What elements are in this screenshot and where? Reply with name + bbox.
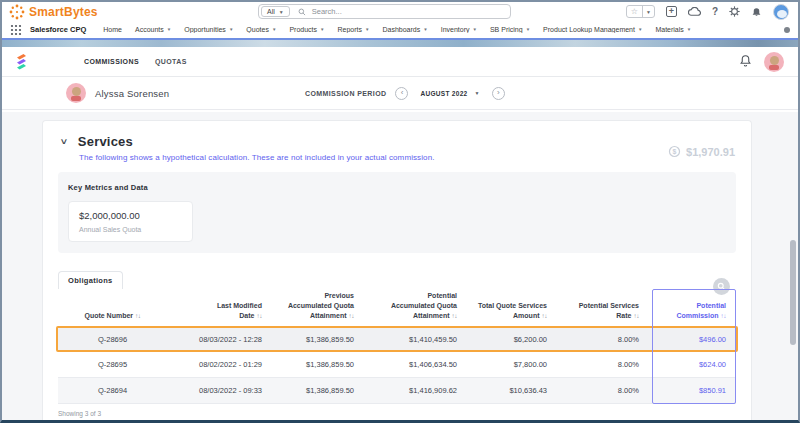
sort-icons: ↑↓ (135, 312, 141, 319)
services-card: ∨ Services $ $1,970.91 The following sho… (42, 120, 752, 420)
guidance-icon[interactable] (688, 7, 701, 17)
table-header-row: Quote Number↑↓ Last ModifiedDate↑↓ Previ… (58, 289, 736, 326)
global-search[interactable]: All▼ Search... (258, 4, 511, 19)
nav-tab-materials[interactable]: Materials▼ (655, 26, 691, 33)
help-icon[interactable]: ? (712, 6, 718, 17)
table-footer: Showing 3 of 3 (58, 410, 736, 417)
favorites-button[interactable]: ☆ ▼ (626, 5, 655, 18)
services-note: The following shows a hypothetical calcu… (79, 153, 733, 162)
col-last-modified-date[interactable]: Last ModifiedDate↑↓ (167, 301, 272, 326)
quick-create-icon[interactable]: + (666, 6, 677, 17)
chevron-down-icon: ▼ (423, 27, 427, 32)
table-row[interactable]: Q-28695 08/02/2022 - 01:29 $1,386,859.50… (58, 352, 736, 378)
browser-window: SmartBytes All▼ Search... ☆ ▼ + ? (0, 0, 800, 423)
col-potential-commission[interactable]: PotentialCommission↑↓ (649, 301, 738, 326)
search-placeholder: Search... (312, 7, 342, 16)
chevron-down-icon: ▼ (320, 27, 324, 32)
chevron-down-icon: ▼ (272, 27, 276, 32)
nav-tab-product-lookup-management[interactable]: Product Lookup Management▼ (543, 26, 642, 33)
chevron-down-icon[interactable]: ▼ (643, 9, 654, 15)
svg-text:$: $ (673, 148, 677, 156)
chevron-down-icon: ▼ (687, 27, 691, 32)
sort-icons: ↑↓ (349, 312, 355, 319)
chevron-down-icon: ▼ (526, 27, 530, 32)
notifications-bell-icon[interactable] (751, 6, 762, 17)
collapse-chevron-icon[interactable]: ∨ (60, 137, 69, 146)
table-row[interactable]: Q-28694 08/03/2022 - 09:33 $1,386,859.50… (58, 378, 736, 404)
key-metrics-title: Key Metrics and Data (68, 183, 726, 192)
tab-obligations[interactable]: Obligations (58, 271, 123, 289)
nav-tab-dashboards[interactable]: Dashboards▼ (382, 26, 427, 33)
brand-name: SmartBytes (29, 5, 98, 19)
smartbytes-logo-icon (8, 3, 26, 21)
metric-label: Annual Sales Quota (79, 226, 182, 233)
nav-tab-reports[interactable]: Reports▼ (337, 26, 369, 33)
page-background: ∨ Services $ $1,970.91 The following sho… (2, 112, 798, 420)
nav-bar: Salesforce CPQ Home Accounts▼ Opportunit… (2, 21, 798, 38)
tab-quotas[interactable]: QUOTAS (155, 58, 187, 65)
table-row[interactable]: Q-28696 08/03/2022 - 12:28 $1,386,859.50… (56, 326, 738, 352)
app-launcher-icon[interactable] (10, 24, 22, 36)
person-avatar (66, 83, 86, 103)
sort-icons: ↑↓ (634, 312, 640, 319)
chevron-down-icon: ▼ (475, 90, 480, 96)
nav-tab-opportunities[interactable]: Opportunities▼ (184, 26, 233, 33)
chevron-down-icon: ▼ (638, 27, 642, 32)
sort-icons: ↑↓ (257, 312, 263, 319)
obligations-section: Obligations Quote Number↑↓ Last Modified… (58, 269, 736, 417)
nav-tab-quotes[interactable]: Quotes▼ (246, 26, 276, 33)
col-total-quote-services-amount[interactable]: Total Quote ServicesAmount↑↓ (467, 301, 557, 326)
chevron-down-icon: ▼ (229, 27, 233, 32)
sort-icons: ↑↓ (721, 312, 727, 319)
section-title: Services (78, 134, 133, 149)
col-potential-accumulated-quota-attainment[interactable]: PotentialAccumulated QuotaAttainment↑↓ (364, 291, 467, 326)
nav-edit-icon[interactable] (784, 27, 790, 33)
obligations-table: Quote Number↑↓ Last ModifiedDate↑↓ Previ… (58, 289, 736, 404)
commission-amount-icon: $ (668, 145, 681, 158)
user-avatar-small[interactable] (764, 52, 784, 72)
chevron-down-icon: ▼ (167, 27, 171, 32)
col-potential-services-rate[interactable]: Potential ServicesRate↑↓ (557, 301, 649, 326)
period-select[interactable]: AUGUST 2022 ▼ (420, 90, 479, 97)
bell-icon[interactable] (739, 53, 752, 71)
nav-tab-accounts[interactable]: Accounts▼ (135, 26, 171, 33)
services-total: $ $1,970.91 (668, 145, 735, 158)
next-period-button[interactable]: › (492, 87, 505, 100)
search-icon (298, 8, 306, 16)
tab-commissions[interactable]: COMMISSIONS (84, 58, 139, 65)
smartbytes-brand: SmartBytes (2, 3, 98, 21)
nav-tab-home[interactable]: Home (103, 26, 122, 33)
user-avatar[interactable] (773, 4, 789, 20)
commission-period-label: COMMISSION PERIOD (305, 90, 386, 97)
nav-tab-sb-pricing[interactable]: SB Pricing▼ (490, 26, 530, 33)
commissions-app-logo-icon (16, 53, 27, 71)
metric-card: $2,000,000.00 Annual Sales Quota (68, 201, 193, 242)
vertical-scrollbar[interactable] (790, 240, 796, 345)
chevron-down-icon: ▼ (365, 27, 369, 32)
setup-gear-icon[interactable] (729, 6, 740, 17)
app-name: Salesforce CPQ (30, 25, 86, 34)
metric-value: $2,000,000.00 (79, 210, 182, 221)
person-name: Alyssa Sorensen (95, 88, 169, 99)
chevron-down-icon: ▼ (279, 9, 284, 15)
col-previous-accumulated-quota-attainment[interactable]: PreviousAccumulated QuotaAttainment↑↓ (272, 291, 364, 326)
global-header: SmartBytes All▼ Search... ☆ ▼ + ? (2, 2, 798, 21)
nav-tab-inventory[interactable]: Inventory▼ (441, 26, 477, 33)
person-bar: Alyssa Sorensen COMMISSION PERIOD ‹ AUGU… (2, 77, 798, 110)
search-scope-dropdown[interactable]: All▼ (261, 6, 290, 17)
star-icon: ☆ (627, 7, 642, 16)
col-quote-number[interactable]: Quote Number↑↓ (58, 311, 167, 326)
previous-period-button[interactable]: ‹ (395, 87, 408, 100)
sort-icons: ↑↓ (542, 312, 548, 319)
nav-tab-products[interactable]: Products▼ (289, 26, 324, 33)
key-metrics-panel: Key Metrics and Data $2,000,000.00 Annua… (58, 172, 736, 253)
sort-icons: ↑↓ (452, 312, 458, 319)
chevron-down-icon: ▼ (472, 27, 476, 32)
commissions-app-bar: COMMISSIONS QUOTAS (2, 47, 798, 77)
banner-image (2, 38, 798, 47)
